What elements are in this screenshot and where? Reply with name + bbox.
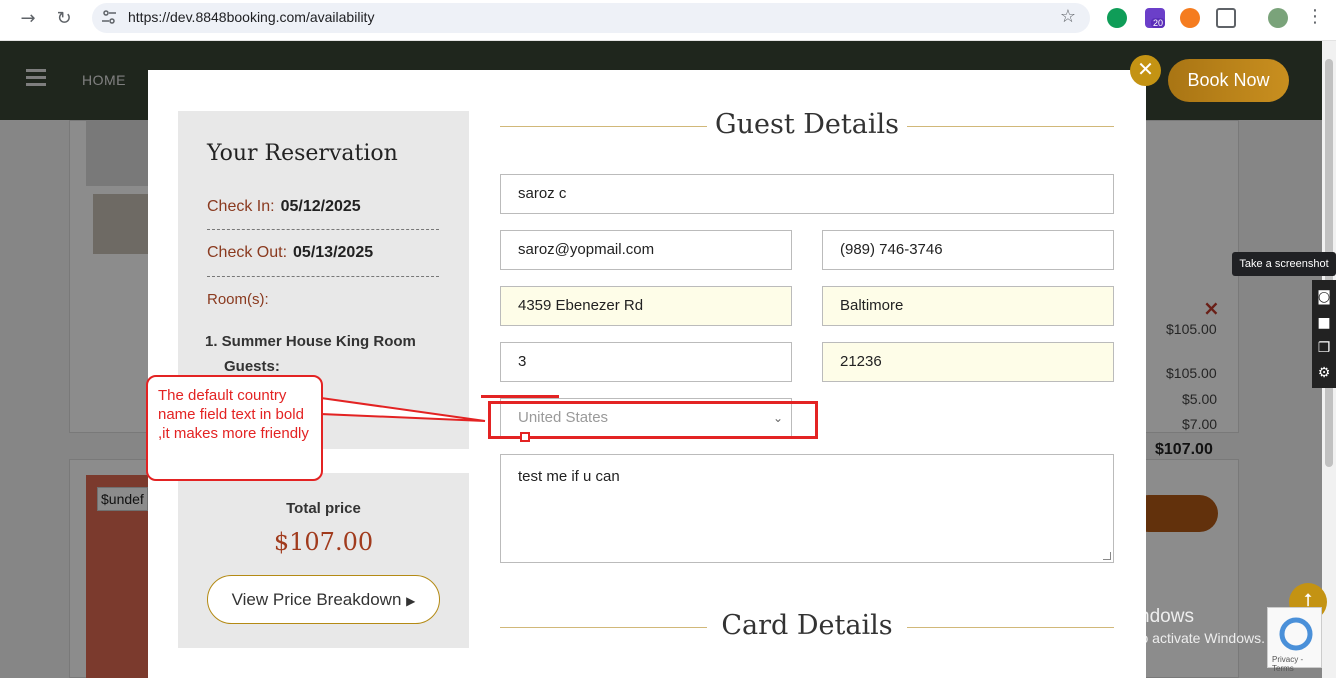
recaptcha-links[interactable]: Privacy - Terms [1272, 655, 1321, 673]
annotation-underline [481, 395, 559, 398]
recaptcha-icon [1279, 617, 1313, 651]
camera-icon[interactable]: ◙ [1315, 288, 1333, 306]
annotation-arrow [320, 396, 486, 422]
window-capture-icon[interactable]: ❐ [1315, 339, 1333, 357]
annotation-callout: The default country name field text in b… [146, 375, 323, 481]
recaptcha-badge[interactable]: Privacy - Terms [1267, 607, 1322, 673]
activation-subtitle: Go to Settings to activate Windows. [1044, 630, 1265, 646]
screenshot-tooltip: Take a screenshot [1232, 252, 1336, 276]
gear-icon[interactable]: ⚙ [1315, 364, 1333, 382]
activation-title: Activate Windows [1044, 606, 1194, 627]
screenshot-toolbar: ◙ ■ ❐ ⚙ [1312, 280, 1336, 388]
windows-activation-watermark: Activate Windows Go to Settings to activ… [1044, 606, 1265, 646]
video-camera-icon[interactable]: ■ [1315, 314, 1333, 332]
annotation-marker [520, 432, 530, 442]
annotation-highlight-box [488, 401, 818, 439]
